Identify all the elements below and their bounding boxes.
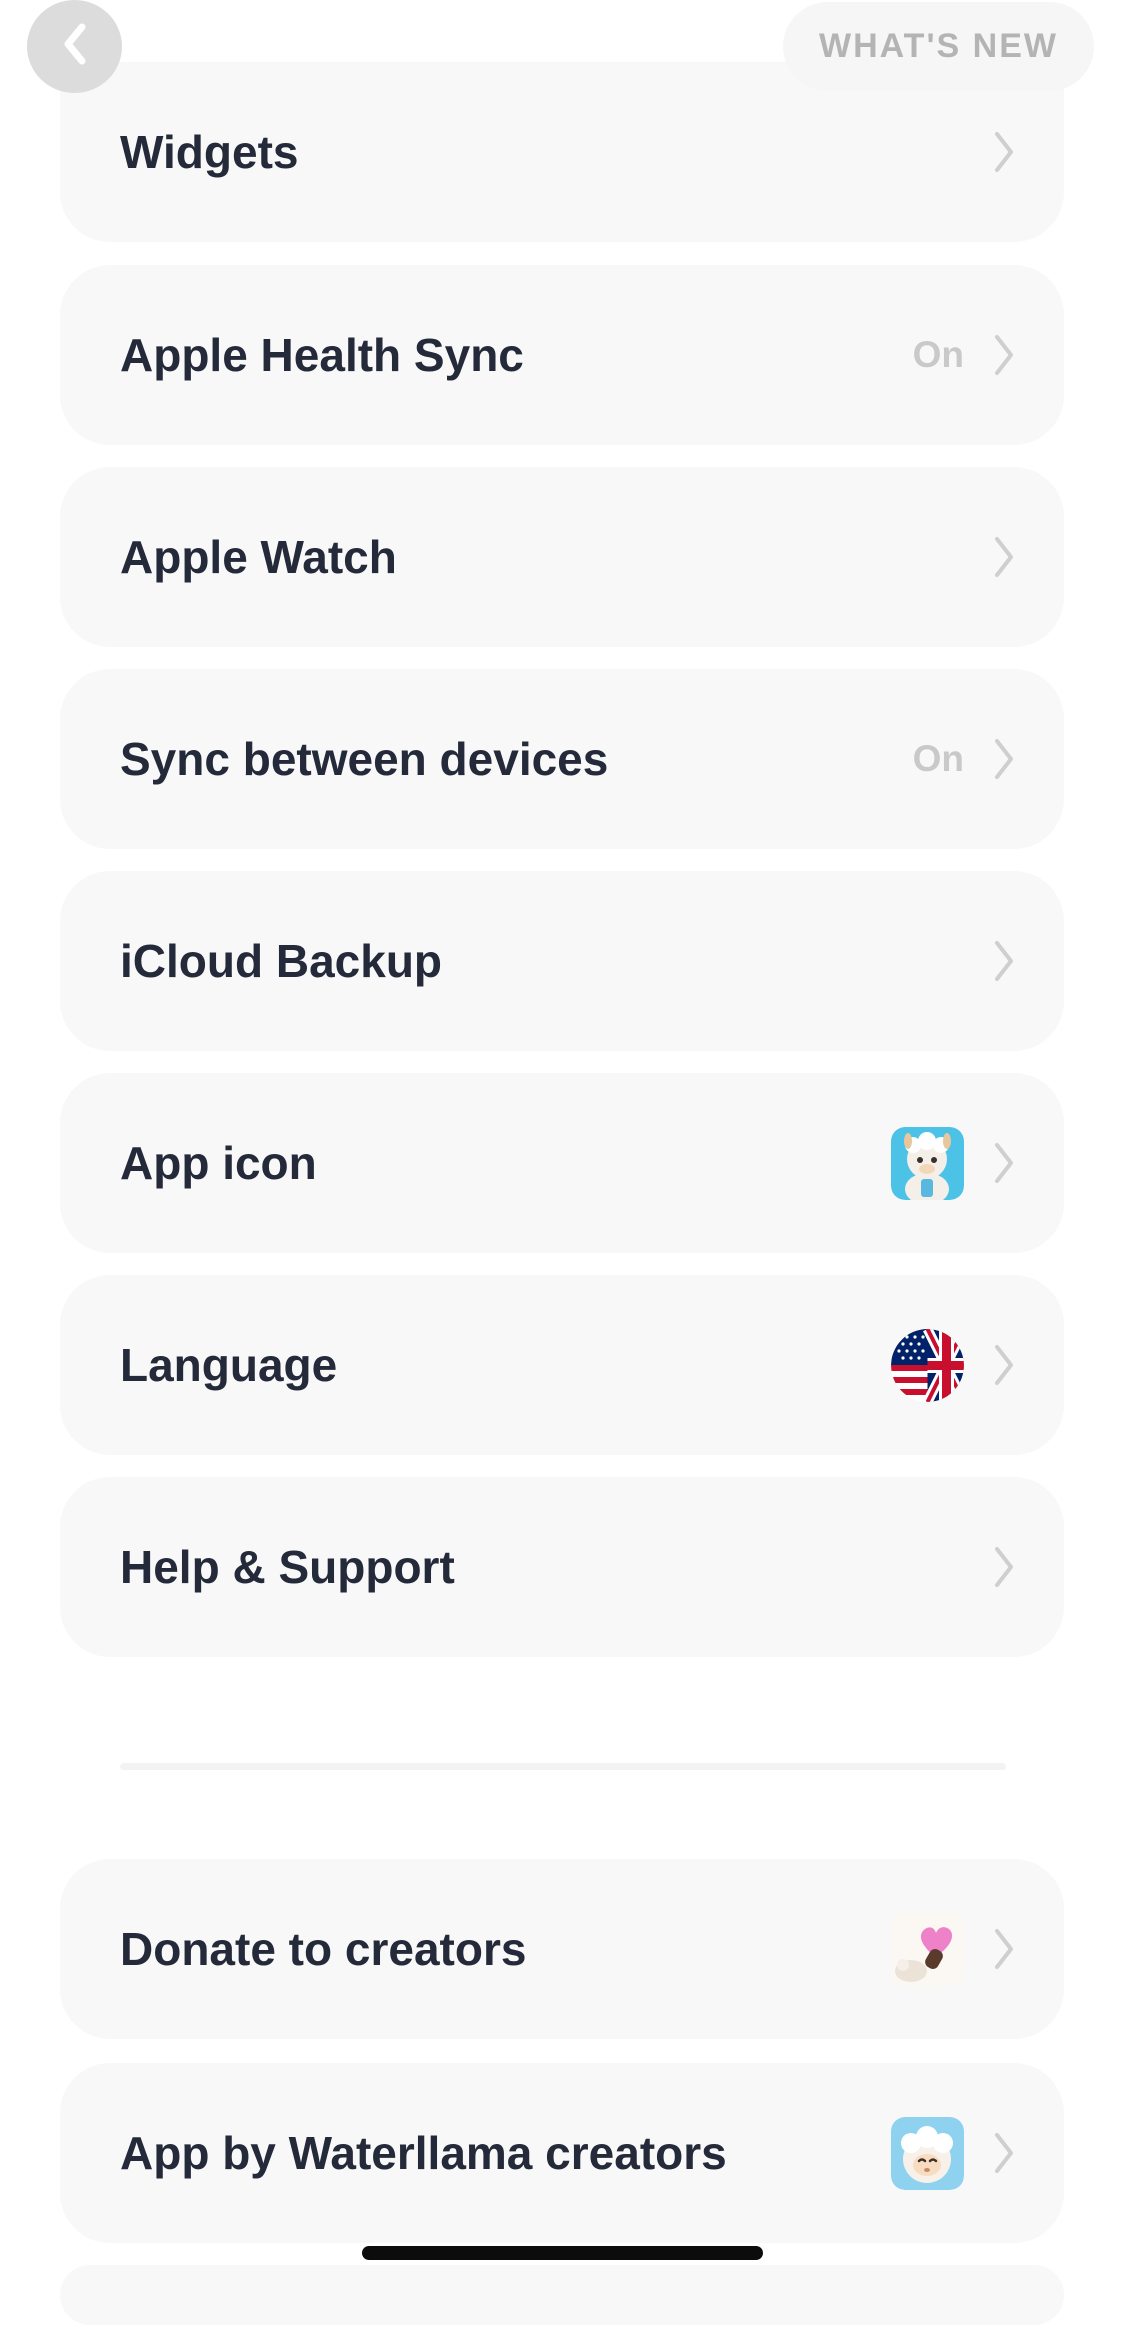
settings-row-donate[interactable]: Donate to creators xyxy=(60,1859,1064,2039)
settings-row-language[interactable]: Language xyxy=(60,1275,1064,1455)
settings-row-partial[interactable] xyxy=(60,2265,1064,2325)
settings-row-apple-health-sync[interactable]: Apple Health Sync On xyxy=(60,265,1064,445)
settings-row-apple-watch[interactable]: Apple Watch xyxy=(60,467,1064,647)
settings-row-label: Language xyxy=(120,1339,338,1391)
settings-row-help-support[interactable]: Help & Support xyxy=(60,1477,1064,1657)
chevron-right-icon xyxy=(992,130,1016,174)
chevron-right-icon xyxy=(992,1927,1016,1971)
chevron-right-icon xyxy=(992,939,1016,983)
chevron-right-icon xyxy=(992,1545,1016,1589)
heart-llama-icon xyxy=(891,1912,964,1986)
chevron-right-icon xyxy=(992,1343,1016,1387)
settings-row-app-by-creators[interactable]: App by Waterllama creators xyxy=(60,2063,1064,2243)
settings-row-sync-devices[interactable]: Sync between devices On xyxy=(60,669,1064,849)
settings-row-app-icon[interactable]: App icon xyxy=(60,1073,1064,1253)
back-button[interactable] xyxy=(27,0,122,93)
chevron-right-icon xyxy=(992,333,1016,377)
status-value: On xyxy=(912,334,964,375)
settings-row-label: App by Waterllama creators xyxy=(120,2127,727,2179)
uk-us-flag-icon xyxy=(891,1328,964,1402)
settings-row-label: Sync between devices xyxy=(120,733,609,785)
llama-app-icon xyxy=(891,1126,964,1200)
settings-row-label: iCloud Backup xyxy=(120,935,443,987)
section-divider xyxy=(120,1763,1006,1770)
settings-row-label: Widgets xyxy=(120,126,299,178)
chevron-left-icon xyxy=(60,22,90,71)
status-value: On xyxy=(912,738,964,779)
whats-new-button[interactable]: WHAT'S NEW xyxy=(783,2,1094,91)
settings-row-icloud-backup[interactable]: iCloud Backup xyxy=(60,871,1064,1051)
settings-row-label: Apple Health Sync xyxy=(120,329,524,381)
chevron-right-icon xyxy=(992,1141,1016,1185)
chevron-right-icon xyxy=(992,2131,1016,2175)
chevron-right-icon xyxy=(992,737,1016,781)
settings-row-label: App icon xyxy=(120,1137,317,1189)
settings-row-label: Apple Watch xyxy=(120,531,397,583)
sheep-app-icon xyxy=(891,2116,964,2190)
chevron-right-icon xyxy=(992,535,1016,579)
settings-row-label: Help & Support xyxy=(120,1541,455,1593)
settings-row-label: Donate to creators xyxy=(120,1923,527,1975)
home-indicator[interactable] xyxy=(362,2246,763,2260)
